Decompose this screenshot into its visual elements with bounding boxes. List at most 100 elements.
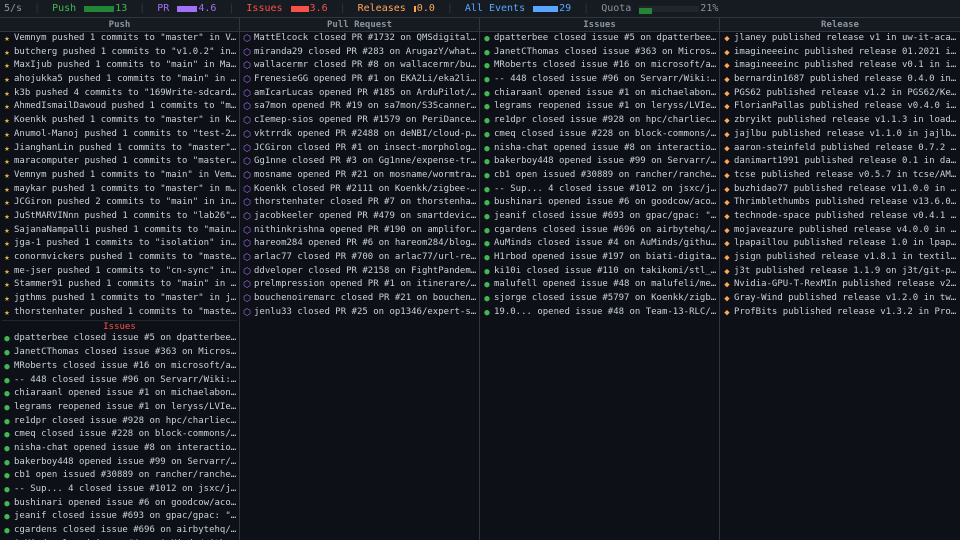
push-bar: 13 — [84, 3, 127, 14]
item-icon: ● — [482, 226, 492, 238]
item-text: Gray-Wind published release v1.2.0 in tw… — [734, 293, 958, 305]
list-item: ⬡jenlu33 closed PR #25 on op1346/expert-… — [242, 307, 477, 320]
list-item: ★MaxIjub pushed 1 commits to "main" in M… — [2, 60, 237, 73]
issues-value: 3.6 — [310, 3, 328, 14]
list-item: ⬡Gg1nne closed PR #3 on Gg1nne/expense-t… — [242, 156, 477, 169]
item-text: j3t published release 1.1.9 on j3t/git-p… — [734, 266, 958, 278]
list-item: ●re1dpr closed issue #928 on hpc/charlie… — [482, 115, 717, 128]
pr-label: PR — [157, 3, 169, 14]
item-icon: ● — [482, 294, 492, 306]
list-item: ⬡nithinkrishna opened PR #190 on amplifo… — [242, 225, 477, 238]
item-icon: ◆ — [722, 198, 732, 210]
item-text: ahojukka5 pushed 1 commits to "main" in … — [14, 74, 237, 86]
item-icon: ◆ — [722, 89, 732, 101]
releases-bar: 0.0 — [414, 3, 435, 14]
item-text: thorstenhater closed PR #7 on thorstenha… — [254, 197, 477, 209]
item-icon: ⬡ — [242, 144, 252, 156]
item-text: Koenkk pushed 1 commits to "master" in K… — [14, 115, 237, 127]
item-text: 19.0... opened issue #48 on Team-13-RLC/… — [494, 307, 717, 319]
list-item: ◆aaron-steinfeld published release 0.7.2… — [722, 143, 958, 156]
list-item: ●bakerboy448 opened issue #99 on Servarr… — [482, 156, 717, 169]
list-item: ●MRoberts closed issue #16 on microsoft/… — [2, 361, 237, 374]
list-item: ◆bernardin1687 published release 0.4.0 i… — [722, 74, 958, 87]
list-item: ◆PGS62 published release v1.2 in PGS62/K… — [722, 88, 958, 101]
item-icon: ● — [482, 212, 492, 224]
list-item: ●chiaraanl opened issue #1 on michaelabo… — [482, 88, 717, 101]
item-text: bakerboy448 opened issue #99 on Servarr/… — [14, 457, 237, 469]
item-icon: ★ — [2, 280, 12, 292]
item-text: prelmpression opened PR #1 on itinerare/… — [254, 279, 477, 291]
item-icon: ● — [482, 130, 492, 142]
item-text: jeanif closed issue #693 on gpac/gpac: "… — [14, 511, 237, 523]
item-icon: ⬡ — [242, 267, 252, 279]
item-icon: ● — [482, 144, 492, 156]
item-text: nisha-chat opened issue #8 on interactio… — [494, 143, 717, 155]
release-column-header: Release — [720, 18, 960, 32]
item-icon: ● — [482, 185, 492, 197]
item-icon: ◆ — [722, 226, 732, 238]
item-icon: ● — [2, 458, 12, 470]
list-item: ★jgthms pushed 1 commits to "master" in … — [2, 293, 237, 306]
list-item: ★AhmedIsmailDawoud pushed 1 commits to "… — [2, 101, 237, 114]
pr-bar: 4.6 — [177, 3, 216, 14]
list-item: ★butcherg pushed 1 commits to "v1.0.2" i… — [2, 47, 237, 60]
item-icon: ◆ — [722, 280, 732, 292]
item-icon: ● — [2, 417, 12, 429]
list-item: ⬡wallacermr closed PR #8 on wallacermr/b… — [242, 60, 477, 73]
item-icon: ● — [2, 444, 12, 456]
item-icon: ● — [482, 308, 492, 320]
pr-column-content: ⬡MattElcock closed PR #1732 on QMSdigita… — [240, 32, 479, 540]
list-item: ◆danimart1991 published release 0.1 in d… — [722, 156, 958, 169]
item-icon: ● — [2, 376, 12, 388]
item-text: jeanif closed issue #693 on gpac/gpac: "… — [494, 211, 717, 223]
item-text: lpapaillou published release 1.0 in lpap… — [734, 238, 958, 250]
list-item: ◆ProfBits published release v1.3.2 in Pr… — [722, 307, 958, 320]
timer-value: 5/s — [4, 3, 22, 14]
list-item: ◆imagineeeinc published release 01.2021 … — [722, 47, 958, 60]
header-bar: 5/s | Push 13 | PR 4.6 | Issues 3.6 | Re… — [0, 0, 960, 18]
list-item: ★maracomputer pushed 1 commits to "maste… — [2, 156, 237, 169]
item-text: JCGiron pushed 2 commits to "main" in in… — [14, 197, 237, 209]
item-text: hareom284 opened PR #6 on hareom284/blog… — [254, 238, 477, 250]
item-icon: ★ — [2, 34, 12, 46]
item-icon: ● — [482, 280, 492, 292]
item-text: H1rbod opened issue #197 on biati-digita… — [494, 252, 717, 264]
item-text: FlorianPallas published release v0.4.0 i… — [734, 101, 958, 113]
item-text: cb1 open issued #30889 on rancher/ranche… — [14, 470, 237, 482]
list-item: ●MRoberts closed issue #16 on microsoft/… — [482, 60, 717, 73]
item-text: malufell opened issue #48 on malufeli/me… — [494, 279, 717, 291]
item-icon: ★ — [2, 75, 12, 87]
item-text: legrams reopened issue #1 on leryss/LVIe… — [494, 101, 717, 113]
push-label: Push — [52, 3, 76, 14]
list-item: ◆tcse published release v0.5.7 in tcse/A… — [722, 170, 958, 183]
list-item: ●ki10i closed issue #110 on takikomi/stl… — [482, 266, 717, 279]
list-item: ★ahojukka5 pushed 1 commits to "main" in… — [2, 74, 237, 87]
item-text: arlac77 closed PR #700 on arlac77/url-re… — [254, 252, 477, 264]
list-item: ◆jsign published release v1.8.1 in texti… — [722, 252, 958, 265]
item-text: jajlbu published release v1.1.0 in jajlb… — [734, 129, 958, 141]
item-icon: ⬡ — [242, 239, 252, 251]
item-icon: ★ — [2, 48, 12, 60]
item-text: Anumol-Manoj pushed 1 commits to "test-2… — [14, 129, 237, 141]
item-icon: ◆ — [722, 294, 732, 306]
item-text: Thrimblethumbs published release v13.6.0… — [734, 197, 958, 209]
item-icon: ● — [2, 334, 12, 346]
item-text: technode-space published release v0.4.1 … — [734, 211, 958, 223]
item-icon: ● — [482, 253, 492, 265]
item-text: chiaraanl opened issue #1 on michaelabon… — [14, 388, 237, 400]
item-text: mosname opened PR #21 on mosname/wormtra… — [254, 170, 477, 182]
item-text: jga-1 pushed 1 commits to "isolation" in… — [14, 238, 237, 250]
list-item: ●bushinari opened issue #6 on goodcow/ac… — [2, 498, 237, 511]
item-text: PGS62 published release v1.2 in PGS62/Ke… — [734, 88, 958, 100]
list-item: ⬡mosname opened PR #21 on mosname/wormtr… — [242, 170, 477, 183]
item-icon: ◆ — [722, 185, 732, 197]
list-item: ⬡vktrrdk opened PR #2488 on deNBI/cloud-… — [242, 129, 477, 142]
list-item: ●malufell opened issue #48 on malufeli/m… — [482, 279, 717, 292]
item-text: butcherg pushed 1 commits to "v1.0.2" in… — [14, 47, 237, 59]
item-icon: ● — [482, 267, 492, 279]
quota-value: 21% — [700, 3, 718, 14]
item-icon: ● — [2, 499, 12, 511]
item-icon: ★ — [2, 267, 12, 279]
item-text: bernardin1687 published release 0.4.0 in… — [734, 74, 958, 86]
item-text: legrams reopened issue #1 on leryss/LVIe… — [14, 402, 237, 414]
